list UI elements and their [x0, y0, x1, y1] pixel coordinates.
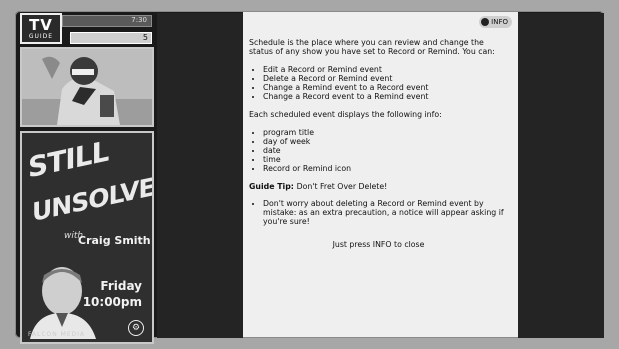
- info-button-label: INFO: [491, 17, 508, 26]
- list-item: Change a Record event to a Remind event: [263, 92, 508, 101]
- logo-bottom-text: GUIDE: [28, 32, 54, 40]
- intro-text: Schedule is the place where you can revi…: [249, 38, 495, 56]
- list-item: program title: [263, 128, 508, 137]
- promo-title-line1: STILL: [28, 134, 109, 185]
- clock-display: 7:30: [62, 15, 152, 27]
- list-item: Delete a Record or Remind event: [263, 74, 508, 83]
- list-item: day of week: [263, 137, 508, 146]
- football-player-image: [22, 49, 152, 125]
- list-item: date: [263, 146, 508, 155]
- actions-list: Edit a Record or Remind event Delete a R…: [249, 65, 508, 101]
- list-item: Edit a Record or Remind event: [263, 65, 508, 74]
- promo-time: 10:00pm: [82, 295, 142, 309]
- logo-top-text: TV: [29, 15, 53, 34]
- left-column: TV GUIDE 7:30 5 STILL UNSOLVED with Crai…: [20, 13, 155, 344]
- show-promo-ad[interactable]: STILL UNSOLVED with Craig Smith Friday 1…: [20, 131, 154, 344]
- info-button[interactable]: INFO: [479, 16, 512, 28]
- info-icon: [481, 18, 490, 26]
- promo-day: Friday: [100, 279, 142, 293]
- list-item: Record or Remind icon: [263, 164, 508, 173]
- promo-host-name: Craig Smith: [78, 234, 151, 247]
- network-logo-icon: ⚙: [128, 320, 144, 336]
- left-dark-panel: [157, 13, 243, 338]
- close-instruction: Just press INFO to close: [332, 240, 425, 249]
- details-list: program title day of week date time Reco…: [249, 128, 508, 173]
- live-video-window[interactable]: [20, 47, 154, 127]
- tip-list: Don't worry about deleting a Record or R…: [249, 199, 508, 226]
- channel-display: 5: [70, 32, 152, 44]
- schedule-info-panel: INFO Schedule is the place where you can…: [243, 12, 518, 337]
- guide-tip-title: Don't Fret Over Delete!: [296, 182, 388, 191]
- list-item: Don't worry about deleting a Record or R…: [263, 199, 508, 226]
- list-item: time: [263, 155, 508, 164]
- tv-guide-logo: TV GUIDE: [20, 13, 62, 44]
- guide-tip-heading: Guide Tip: Don't Fret Over Delete!: [249, 182, 508, 191]
- list-item: Change a Remind event to a Record event: [263, 83, 508, 92]
- right-dark-panel: [518, 13, 604, 338]
- promo-network: FALCON MEDIA: [28, 331, 86, 338]
- guide-tip-label: Guide Tip:: [249, 182, 294, 191]
- details-intro-text: Each scheduled event displays the follow…: [249, 110, 442, 119]
